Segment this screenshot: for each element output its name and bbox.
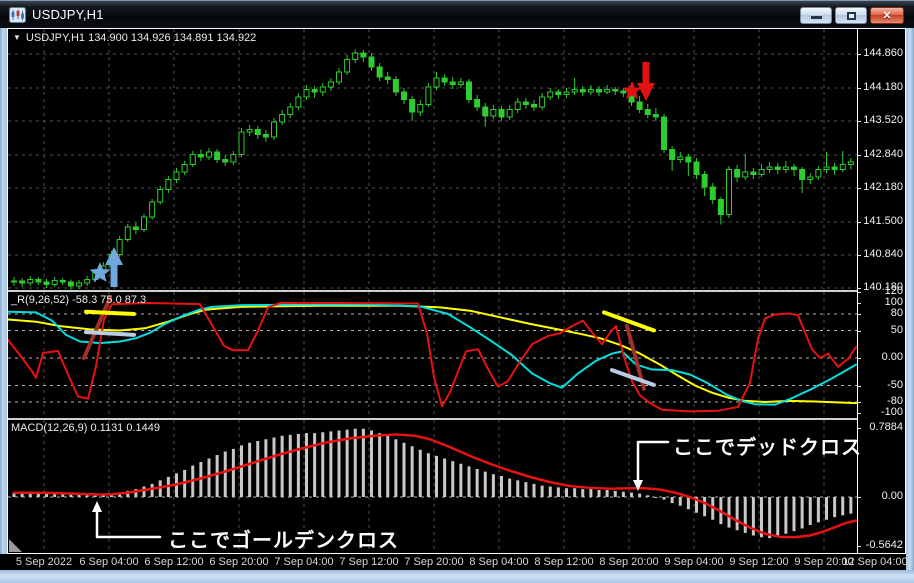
golden-cross-label: ここでゴールデンクロス [168,530,399,552]
time-label: 12 Sep 04:00 [842,556,908,568]
axis-label: 143.520 [863,114,903,126]
axis-tick [857,88,861,89]
axis-tick [857,358,861,359]
window-border-right [906,28,914,583]
dead-cross-arrow [633,440,670,491]
axis-label: 144.860 [863,47,903,59]
chevron-down-icon: ▼ [13,33,21,42]
window-border-left [0,28,7,583]
axis-tick [857,314,861,315]
axis-tick [857,255,861,256]
ohlc-text: USDJPY,H1 134.900 134.926 134.891 134.92… [25,32,257,44]
minimize-button[interactable] [800,7,832,24]
restore-icon [847,12,856,20]
close-icon: ✕ [882,10,892,22]
price-chart-panel[interactable] [8,29,857,290]
axis-label: -0.5642 [865,539,903,552]
restore-button[interactable] [835,7,867,24]
axis-tick [857,188,861,189]
time-axis[interactable]: 5 Sep 2022 6 Sep 04:00 6 Sep 12:00 6 Sep 20… [0,554,908,570]
close-button[interactable]: ✕ [870,7,904,24]
oscillator-header: _R(9,26,52) -58.3 75.0 87.3 [11,294,147,306]
osc-line-mid [8,303,857,406]
axis-tick [857,546,861,548]
axis-label: 144.180 [863,81,903,93]
axis-tick [857,292,861,293]
resize-grip [9,539,22,552]
axis-label: 0.00 [881,351,903,363]
axis-label: 142.180 [863,181,903,193]
osc-line-slow [8,304,857,405]
axis-label: 141.500 [863,215,903,227]
axis-label: 142.840 [863,148,903,160]
axis-tick [857,330,861,332]
axis-label: -50 [887,378,903,391]
price-axis[interactable]: 144.860 144.180 143.520 142.840 142.180 141.5… [857,28,906,554]
axis-tick [857,288,861,289]
dead-cross-label: ここでデッドクロス [673,437,862,459]
window-title: USDJPY,H1 [32,7,104,22]
grid [8,292,857,418]
window-controls: ✕ [800,7,904,24]
window-border-bottom [0,570,914,583]
sell-arrow [622,62,655,101]
macd-header: MACD(12,26,9) 0.1131 0.1449 [11,422,160,434]
axis-tick [857,385,861,387]
axis-tick [857,155,861,156]
axis-tick [857,303,861,304]
axis-label: -100 [880,406,903,418]
axis-tick [857,428,861,429]
axis-label: 50 [890,323,903,336]
axis-label: 0.7884 [869,421,903,433]
axis-label: 80 [890,307,903,319]
axis-tick [857,402,861,403]
chart-icon [9,7,26,23]
axis-tick [857,497,861,498]
mt4-window: USDJPY,H1 ✕ ▼ USDJPY,H1 134.900 134.926 1… [0,0,914,583]
axis-label: 140.840 [863,248,903,260]
axis-tick [857,413,861,414]
axis-label: 0.00 [881,490,903,502]
minimize-icon [811,16,822,19]
golden-cross-arrow [92,501,162,539]
oscillator-panel[interactable] [8,292,857,418]
grid [8,29,857,290]
chart-ohlc-header: ▼ USDJPY,H1 134.900 134.926 134.891 134.9… [13,32,256,44]
axis-tick [857,222,861,223]
titlebar: USDJPY,H1 ✕ [0,0,914,28]
axis-tick [857,54,861,55]
candles [11,49,854,290]
axis-tick [857,121,861,122]
